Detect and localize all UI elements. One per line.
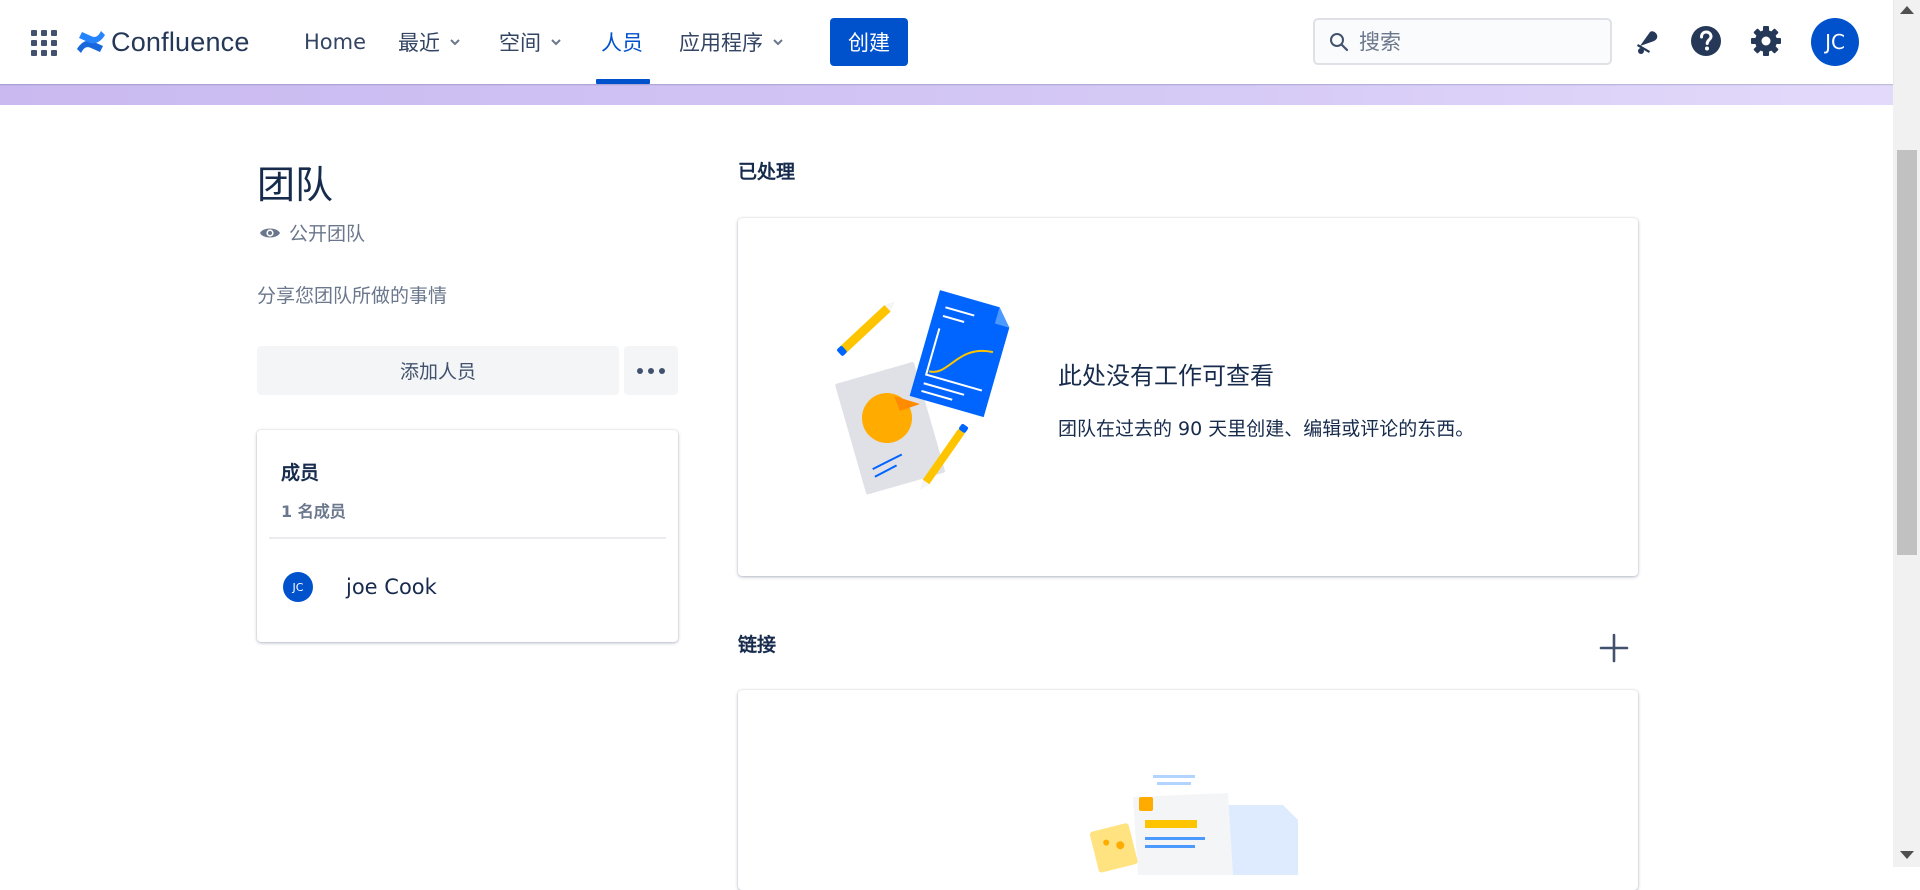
bell-icon[interactable] (1630, 24, 1664, 58)
members-count: 1 名成员 (281, 502, 346, 521)
work-section-title: 已处理 (738, 161, 796, 183)
help-icon[interactable] (1689, 24, 1723, 58)
chevron-down-icon (450, 39, 460, 46)
app-switcher-grid-icon[interactable] (31, 30, 59, 56)
member-row[interactable]: JC joe Cook (283, 567, 653, 607)
confluence-logo[interactable]: Confluence (76, 25, 250, 59)
nav-recent[interactable]: 最近 (398, 26, 460, 58)
links-card (738, 690, 1638, 890)
team-description[interactable]: 分享您团队所做的事情 (257, 281, 447, 308)
scroll-up-arrow-icon[interactable] (1900, 6, 1914, 14)
nav-people-label: 人员 (601, 31, 643, 55)
create-button[interactable]: 创建 (830, 18, 908, 66)
nav-spaces[interactable]: 空间 (499, 26, 561, 58)
search-icon (1330, 32, 1349, 51)
nav-people[interactable]: 人员 (601, 26, 643, 58)
empty-work-illustration (835, 290, 1010, 495)
team-visibility-label: 公开团队 (289, 223, 366, 245)
members-title: 成员 (281, 462, 320, 484)
nav-home-label: Home (304, 30, 367, 54)
eye-icon (260, 228, 280, 237)
gear-icon[interactable] (1749, 24, 1783, 58)
add-link-button[interactable] (1596, 630, 1632, 666)
nav-home[interactable]: Home (304, 26, 366, 58)
nav-apps[interactable]: 应用程序 (679, 26, 783, 58)
plus-icon (1599, 633, 1629, 663)
links-illustration (1089, 775, 1298, 875)
nav-spaces-label: 空间 (499, 31, 541, 55)
search-box[interactable] (1313, 18, 1612, 65)
more-icon (635, 367, 668, 374)
team-visibility: 公开团队 (259, 219, 365, 246)
nav-recent-label: 最近 (398, 31, 440, 55)
chevron-down-icon (551, 39, 561, 46)
search-input[interactable] (1359, 29, 1599, 54)
members-card: 成员 1 名成员 JC joe Cook (257, 430, 678, 642)
add-people-button[interactable]: 添加人员 (257, 346, 619, 395)
more-actions-button[interactable] (624, 346, 678, 395)
user-avatar[interactable]: JC (1811, 18, 1859, 66)
empty-state-title: 此处没有工作可查看 (1058, 362, 1274, 390)
confluence-logo-icon (77, 31, 105, 53)
nav-apps-label: 应用程序 (679, 31, 763, 55)
member-avatar: JC (283, 572, 313, 602)
header-banner (0, 84, 1893, 105)
divider (269, 537, 666, 539)
chevron-down-icon (773, 39, 783, 46)
page-title: 团队 (257, 163, 334, 207)
work-empty-state-card: 此处没有工作可查看 团队在过去的 90 天里创建、编辑或评论的东西。 (738, 218, 1638, 576)
top-navigation: Confluence Home 最近 空间 人员 应用程序 创建 搜索 JC (0, 0, 1893, 84)
links-section-title: 链接 (738, 634, 777, 656)
nav-active-indicator (596, 79, 650, 84)
scrollbar-thumb[interactable] (1897, 150, 1917, 555)
empty-state-description: 团队在过去的 90 天里创建、编辑或评论的东西。 (1058, 418, 1475, 440)
logo-text: Confluence (111, 26, 250, 57)
scroll-down-arrow-icon[interactable] (1900, 851, 1914, 859)
member-name[interactable]: joe Cook (346, 575, 437, 599)
